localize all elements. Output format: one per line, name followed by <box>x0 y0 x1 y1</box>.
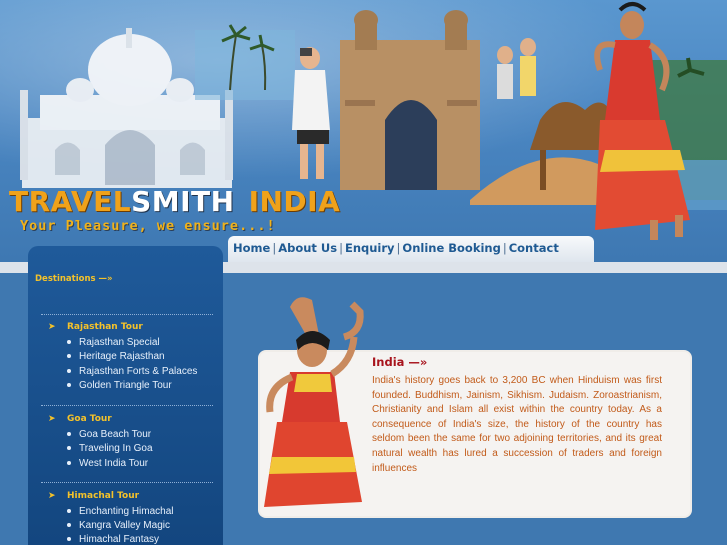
sidebar-item-rajasthan-special[interactable]: Rajasthan Special <box>67 337 160 348</box>
sidebar-item-label: Rajasthan Forts & Palaces <box>79 366 198 377</box>
sidebar-item-heritage-rajasthan[interactable]: Heritage Rajasthan <box>67 351 165 362</box>
section-rajasthan-tour[interactable]: ➤ Rajasthan Tour <box>48 322 143 332</box>
sidebar-item-kangra-valley-magic[interactable]: Kangra Valley Magic <box>67 520 170 531</box>
gateway-of-india-image <box>340 10 480 190</box>
section-goa-tour[interactable]: ➤ Goa Tour <box>48 414 112 424</box>
sidebar-item-label: Rajasthan Special <box>79 337 160 348</box>
nav-enquiry[interactable]: Enquiry <box>345 241 395 255</box>
nav-separator: | <box>396 241 401 255</box>
sidebar-item-label: Traveling In Goa <box>79 443 153 454</box>
nav-separator: | <box>272 241 277 255</box>
sidebar-item-himachal-fantasy[interactable]: Himachal Fantasy <box>67 534 159 545</box>
main-nav: Home | About Us | Enquiry | Online Booking | Con… <box>228 236 594 262</box>
section-title: Rajasthan Tour <box>67 322 143 332</box>
nav-online-booking[interactable]: Online Booking <box>402 241 500 255</box>
sidebar-item-traveling-in-goa[interactable]: Traveling In Goa <box>67 443 153 454</box>
bullet-icon <box>67 354 71 359</box>
nav-about-us[interactable]: About Us <box>278 241 337 255</box>
bullet-icon <box>67 383 71 388</box>
bullet-icon <box>67 509 71 514</box>
sidebar-item-golden-triangle-tour[interactable]: Golden Triangle Tour <box>67 380 172 391</box>
nav-home[interactable]: Home <box>233 241 270 255</box>
bullet-icon <box>67 523 71 528</box>
destinations-sidebar: Destinations —» ➤ Rajasthan Tour Rajastha… <box>28 246 223 545</box>
section-himachal-tour[interactable]: ➤ Himachal Tour <box>48 491 139 501</box>
bullet-icon <box>67 369 71 374</box>
brand-word-travel: TRAVEL <box>9 185 132 218</box>
sidebar-divider <box>41 482 213 483</box>
hand-pointer-icon: ➤ <box>48 491 56 501</box>
content-title: India —» <box>372 355 428 369</box>
nav-contact[interactable]: Contact <box>509 241 559 255</box>
brand-word-india: INDIA <box>248 185 341 218</box>
sidebar-item-label: Goa Beach Tour <box>79 429 152 440</box>
destinations-heading: Destinations —» <box>35 274 113 284</box>
sidebar-item-label: Himachal Fantasy <box>79 534 160 545</box>
sidebar-divider <box>41 314 213 315</box>
bullet-icon <box>67 340 71 345</box>
sidebar-item-label: Kangra Valley Magic <box>79 520 170 531</box>
sidebar-item-label: West India Tour <box>79 458 149 469</box>
brand-logo[interactable]: TRAVELSMITH INDIA <box>9 185 340 219</box>
sidebar-item-west-india-tour[interactable]: West India Tour <box>67 458 148 469</box>
sidebar-divider <box>41 405 213 406</box>
tourist-photographer-image <box>292 47 330 179</box>
brand-tagline: Your Pleasure, we ensure...! <box>20 218 276 234</box>
bullet-icon <box>67 432 71 437</box>
content-body: India's history goes back to 3,200 BC wh… <box>372 375 662 474</box>
sidebar-item-label: Golden Triangle Tour <box>79 380 172 391</box>
section-title: Himachal Tour <box>67 491 140 501</box>
hand-pointer-icon: ➤ <box>48 414 56 424</box>
sidebar-item-enchanting-himachal[interactable]: Enchanting Himachal <box>67 506 174 517</box>
odissi-dancer-image <box>264 297 364 507</box>
sidebar-item-rajasthan-forts-palaces[interactable]: Rajasthan Forts & Palaces <box>67 366 197 377</box>
section-title: Goa Tour <box>67 414 112 424</box>
sidebar-item-label: Heritage Rajasthan <box>79 351 165 362</box>
nav-separator: | <box>502 241 507 255</box>
hand-pointer-icon: ➤ <box>48 322 56 332</box>
palm-beach-image <box>195 24 295 100</box>
nav-separator: | <box>339 241 343 255</box>
bullet-icon <box>67 537 71 542</box>
bullet-icon <box>67 446 71 451</box>
header-banner: TRAVELSMITH INDIA Your Pleasure, we ensur… <box>0 0 727 262</box>
brand-word-smith: SMITH <box>131 185 235 218</box>
sidebar-item-goa-beach-tour[interactable]: Goa Beach Tour <box>67 429 151 440</box>
sidebar-item-label: Enchanting Himachal <box>79 506 174 517</box>
bullet-icon <box>67 461 71 466</box>
